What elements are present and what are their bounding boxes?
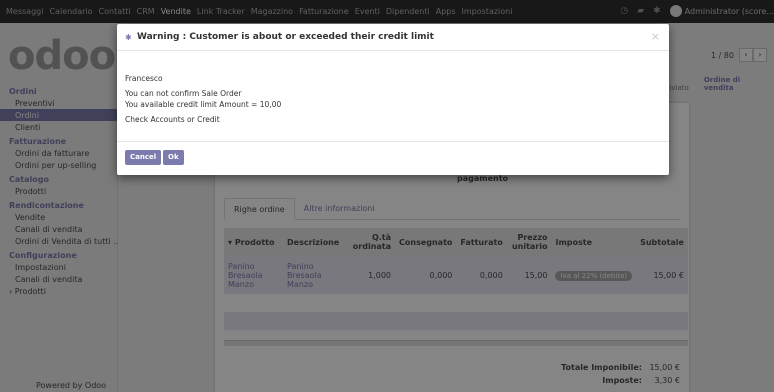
warning-icon: ✱ [125,33,132,42]
dialog-customer: Francesco [125,74,163,83]
dialog-message-1: You can not confirm Sale Order [125,89,242,98]
credit-limit-dialog: ✱ Warning : Customer is about or exceede… [117,24,669,175]
ok-button[interactable]: Ok [163,150,184,165]
dialog-title: Warning : Customer is about or exceeded … [137,32,434,42]
dialog-message-3: Check Accounts or Credit [125,115,220,124]
close-icon[interactable]: × [651,30,660,43]
dialog-body: Francesco You can not confirm Sale Order… [125,73,281,125]
cancel-button[interactable]: Cancel [125,150,162,165]
dialog-message-2: You available credit limit Amount = 10,0… [125,100,282,109]
dialog-footer: Cancel Ok [117,141,669,175]
dialog-header: ✱ Warning : Customer is about or exceede… [117,24,669,51]
